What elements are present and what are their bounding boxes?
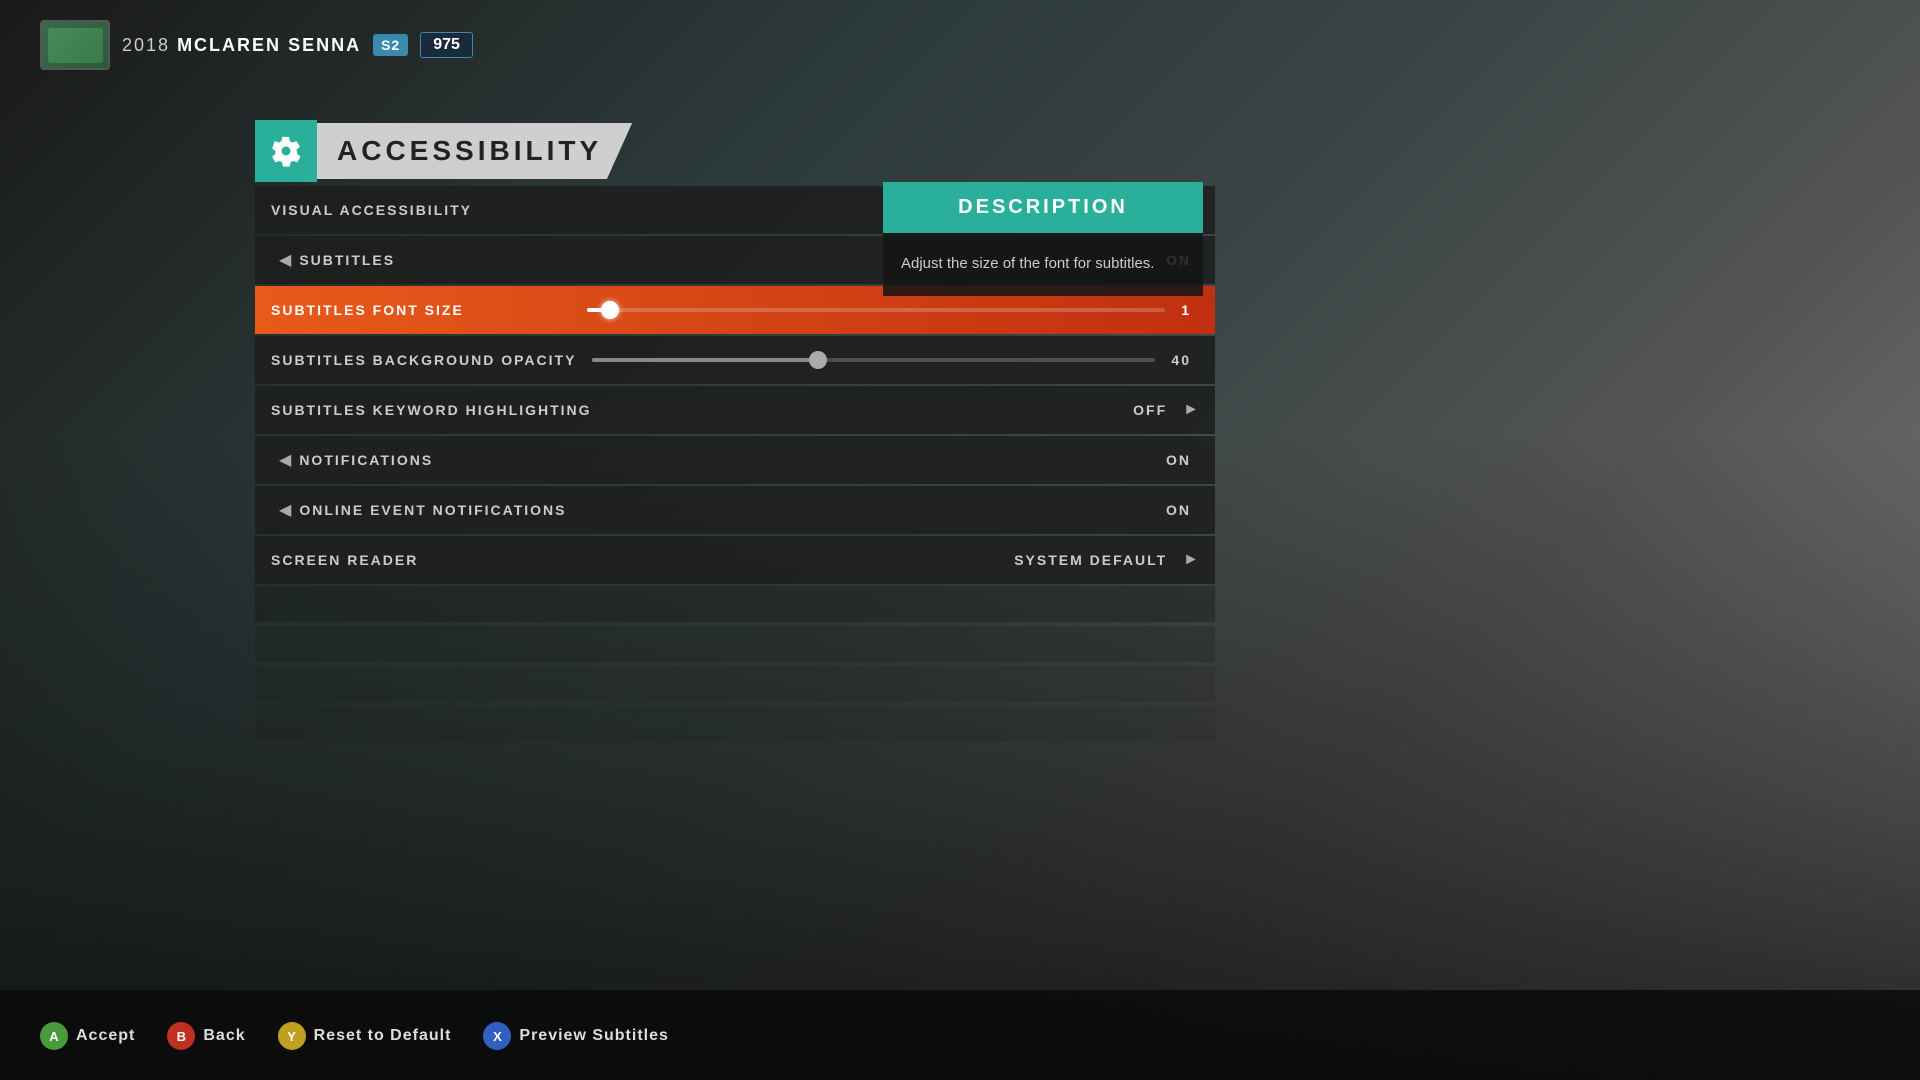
back-label: Back [203,1027,245,1045]
setting-value-subtitles-bg-opacity: 40 [1171,352,1191,368]
slider-fill-bg-opacity [592,358,817,362]
top-hud: 2018 MCLAREN SENNA S2 975 [40,20,473,70]
class-badge: S2 [373,34,408,56]
arrow-left-icon-notifications: ◀ [279,450,291,470]
arrow-right-icon-keyword: ► [1183,401,1199,419]
setting-row-dim-2 [255,626,1215,662]
slider-track-bg-opacity [592,358,1155,362]
description-panel: DESCRIPTION Adjust the size of the font … [883,182,1203,296]
setting-label-notifications: NOTIFICATIONS [299,452,599,468]
subtitles-font-size-slider[interactable] [587,308,1165,312]
a-button-icon: A [40,1022,68,1050]
description-header: DESCRIPTION [883,182,1203,233]
setting-label-subtitles: SUBTITLES [299,252,599,268]
setting-row-screen-reader[interactable]: SCREEN READER SYSTEM DEFAULT ► [255,536,1215,584]
setting-row-notifications[interactable]: ◀ NOTIFICATIONS ON [255,436,1215,484]
y-button-icon: Y [278,1022,306,1050]
setting-value-online-event-notifications: ON [1166,502,1191,518]
car-model: SENNA [288,35,361,55]
description-text: Adjust the size of the font for subtitle… [901,253,1185,276]
setting-value-subtitles-keyword: OFF [1133,402,1167,418]
slider-thumb-bg-opacity[interactable] [809,351,827,369]
arrow-right-icon-screen-reader: ► [1183,551,1199,569]
car-avatar [40,20,110,70]
back-control[interactable]: B Back [167,1022,245,1050]
setting-value-screen-reader: SYSTEM DEFAULT [1014,552,1167,568]
setting-label-subtitles-font-size: SUBTITLES FONT SIZE [271,302,571,318]
slider-thumb-font-size[interactable] [601,301,619,319]
setting-label-visual-accessibility: VISUAL ACCESSIBILITY [271,202,571,218]
car-year: 2018 [122,35,170,55]
pi-badge: 975 [420,32,473,58]
gear-icon [268,133,304,169]
description-body: Adjust the size of the font for subtitle… [883,233,1203,296]
setting-label-subtitles-keyword: SUBTITLES KEYWORD HIGHLIGHTING [271,402,592,418]
accept-control[interactable]: A Accept [40,1022,135,1050]
car-name-block: 2018 MCLAREN SENNA [122,35,361,56]
setting-label-subtitles-bg-opacity: SUBTITLES BACKGROUND OPACITY [271,352,576,368]
accept-label: Accept [76,1027,135,1045]
preview-label: Preview Subtitles [519,1027,669,1045]
preview-control[interactable]: X Preview Subtitles [483,1022,669,1050]
description-title: DESCRIPTION [903,196,1183,219]
car-name: 2018 MCLAREN SENNA [122,35,361,56]
bottom-controls: A Accept B Back Y Reset to Default X Pre… [40,1022,669,1050]
setting-row-dim-4 [255,706,1215,742]
setting-row-online-event-notifications[interactable]: ◀ ONLINE EVENT NOTIFICATIONS ON [255,486,1215,534]
arrow-left-icon-subtitles: ◀ [279,250,291,270]
setting-value-subtitles-font-size: 1 [1181,302,1191,318]
gear-icon-box [255,120,317,182]
setting-label-screen-reader: SCREEN READER [271,552,571,568]
car-make: MCLAREN [177,35,281,55]
setting-row-dim-1 [255,586,1215,622]
subtitles-bg-opacity-slider[interactable] [592,358,1155,362]
reset-control[interactable]: Y Reset to Default [278,1022,452,1050]
panel-header: ACCESSIBILITY [255,120,1215,182]
b-button-icon: B [167,1022,195,1050]
panel-title: ACCESSIBILITY [337,135,602,167]
arrow-left-icon-online: ◀ [279,500,291,520]
setting-row-subtitles-bg-opacity[interactable]: SUBTITLES BACKGROUND OPACITY 40 [255,336,1215,384]
panel-title-box: ACCESSIBILITY [317,123,632,179]
setting-row-subtitles-keyword[interactable]: SUBTITLES KEYWORD HIGHLIGHTING OFF ► [255,386,1215,434]
setting-row-dim-3 [255,666,1215,702]
setting-label-online-event-notifications: ONLINE EVENT NOTIFICATIONS [299,502,599,518]
x-button-icon: X [483,1022,511,1050]
reset-label: Reset to Default [314,1027,452,1045]
slider-track-font-size [587,308,1165,312]
setting-value-notifications: ON [1166,452,1191,468]
